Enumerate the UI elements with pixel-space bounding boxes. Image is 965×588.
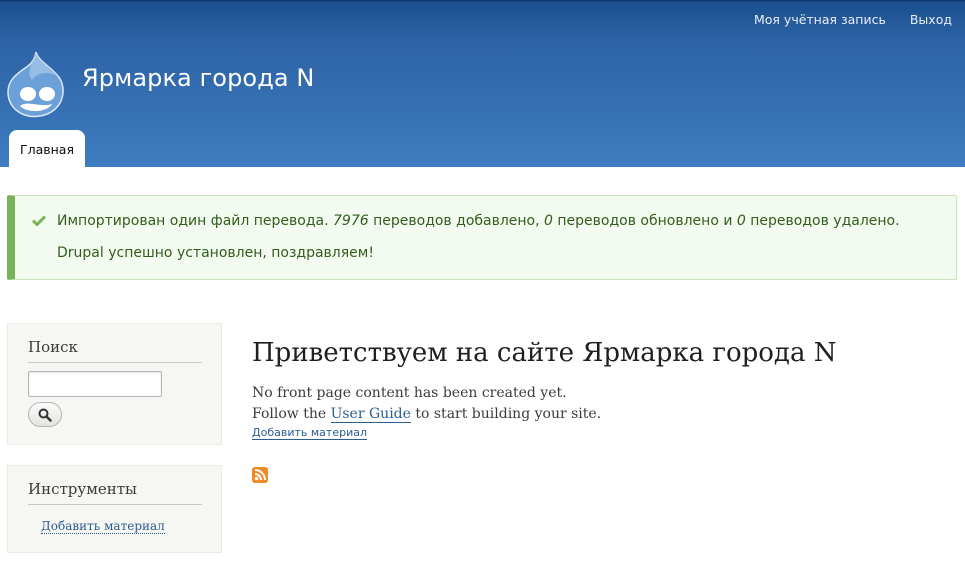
- tools-block-title: Инструменты: [28, 480, 202, 505]
- search-input[interactable]: [28, 371, 162, 397]
- updated-count: 0: [544, 213, 553, 229]
- text-part: to start building your site.: [410, 406, 602, 422]
- text-part: Follow the: [252, 406, 331, 422]
- status-message-text: Импортирован один файл перевода. 7976 пе…: [57, 213, 900, 229]
- search-button[interactable]: [28, 402, 62, 427]
- logout-link[interactable]: Выход: [910, 12, 952, 27]
- msg-part: Импортирован один файл перевода.: [57, 213, 334, 229]
- secondary-menu: Моя учётная запись Выход: [754, 12, 952, 27]
- search-icon: [38, 408, 52, 422]
- page-title: Приветствуем на сайте Ярмарка города N: [252, 338, 837, 368]
- msg-part: переводов удалено.: [745, 213, 900, 229]
- check-icon: [32, 215, 46, 226]
- tools-block: Инструменты Добавить материал: [7, 465, 222, 553]
- drupal-logo-icon[interactable]: [6, 50, 66, 118]
- site-header: Моя учётная запись Выход Ярмарка города …: [0, 0, 965, 167]
- user-guide-link[interactable]: User Guide: [330, 406, 411, 423]
- search-block: Поиск: [7, 323, 222, 445]
- user-guide-text: Follow the User Guide to start building …: [252, 406, 602, 423]
- add-content-main-link[interactable]: Добавить материал: [252, 426, 367, 440]
- search-block-title: Поиск: [28, 338, 202, 363]
- no-content-text: No front page content has been created y…: [252, 385, 567, 401]
- msg-part: переводов обновлено и: [552, 213, 737, 229]
- install-success-text: Drupal успешно установлен, поздравляем!: [57, 245, 374, 261]
- add-content-link[interactable]: Добавить материал: [41, 519, 165, 534]
- rss-feed-icon[interactable]: [252, 467, 268, 483]
- status-message: Импортирован один файл перевода. 7976 пе…: [7, 195, 957, 280]
- tab-home[interactable]: Главная: [9, 130, 85, 167]
- deleted-count: 0: [736, 213, 746, 229]
- added-count: 7976: [333, 213, 369, 229]
- msg-part: переводов добавлено,: [368, 213, 545, 229]
- main-menu: Главная: [9, 130, 85, 167]
- my-account-link[interactable]: Моя учётная запись: [754, 12, 886, 27]
- site-name[interactable]: Ярмарка города N: [82, 64, 314, 92]
